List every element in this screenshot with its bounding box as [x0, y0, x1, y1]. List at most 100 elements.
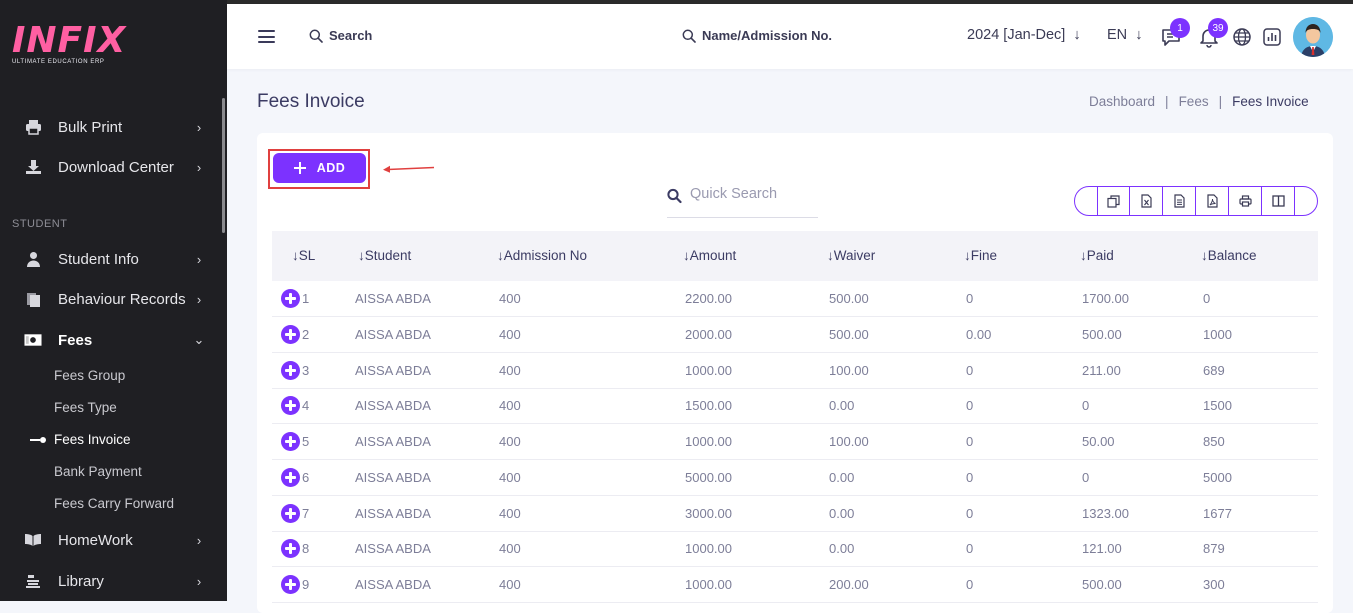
table-cell: 0.00 [829, 398, 855, 413]
quick-search-field[interactable]: Quick Search [667, 184, 818, 218]
sort-icon: ↓ [964, 248, 971, 263]
report-button[interactable] [1262, 26, 1286, 50]
sidebar-scrollbar[interactable] [222, 98, 225, 233]
breadcrumb-separator: | [1165, 94, 1169, 109]
expand-row-icon[interactable] [281, 361, 300, 380]
sort-icon: ↓ [827, 248, 834, 263]
table-cell: 1000.00 [685, 541, 732, 556]
sidebar-item-fees[interactable]: Fees ⌄ [0, 322, 222, 358]
sidebar-item-label: Library [58, 572, 104, 590]
printer-icon [24, 119, 42, 135]
user-icon [24, 251, 42, 267]
table-cell: 0 [966, 470, 974, 485]
academic-year-selector[interactable]: 2024 [Jan-Dec] ↓ [967, 27, 1081, 43]
column-header-admission-no[interactable]: ↓Admission No [497, 248, 587, 263]
chevron-right-icon: › [196, 532, 202, 548]
sidebar-subitem-fees-group[interactable]: Fees Group [54, 368, 125, 383]
book-icon [24, 532, 42, 548]
table-cell: 5000.00 [685, 470, 732, 485]
chat-badge: 1 [1170, 18, 1190, 38]
table-cell: 400 [499, 363, 521, 378]
table-cell: 0.00 [829, 541, 855, 556]
table-cell: 0 [966, 541, 974, 556]
academic-year-value: 2024 [Jan-Dec] [967, 27, 1066, 43]
sidebar-item-behaviour-records[interactable]: Behaviour Records › [0, 281, 222, 317]
columns-button[interactable] [1262, 187, 1295, 215]
student-search-field[interactable]: Name/Admission No. [682, 28, 832, 43]
table-row: 8 AISSA ABDA 400 1000.00 0.00 0 121.00 879 [272, 531, 1318, 567]
expand-row-icon[interactable] [281, 289, 300, 308]
copy-button[interactable] [1097, 187, 1130, 215]
table-cell: 0 [966, 577, 974, 592]
logo[interactable]: INFIX ULTIMATE EDUCATION ERP [12, 22, 132, 72]
chat-button[interactable]: 1 [1160, 18, 1190, 50]
sidebar-item-download-center[interactable]: Download Center › [0, 149, 222, 185]
active-indicator [30, 437, 46, 443]
column-header-paid[interactable]: ↓Paid [1080, 248, 1114, 263]
print-button[interactable] [1229, 187, 1262, 215]
sidebar-subitem-fees-invoice[interactable]: Fees Invoice [54, 432, 131, 447]
sidebar-subitem-fees-type[interactable]: Fees Type [54, 400, 117, 415]
search-field[interactable]: Search [309, 28, 372, 43]
csv-button[interactable] [1163, 187, 1196, 215]
table-cell: 1000 [1203, 327, 1232, 342]
table-cell: 500.00 [829, 327, 869, 342]
column-header-sl[interactable]: ↓SL [292, 248, 315, 263]
table-row: 4 AISSA ABDA 400 1500.00 0.00 0 0 1500 [272, 388, 1318, 424]
search-icon [667, 188, 682, 204]
expand-row-icon[interactable] [281, 468, 300, 487]
sidebar-item-bulk-print[interactable]: Bulk Print › [0, 109, 222, 145]
table-cell: 200.00 [829, 577, 869, 592]
section-label-student: STUDENT [12, 218, 68, 230]
table-cell: 0.00 [966, 327, 992, 342]
user-avatar[interactable] [1293, 17, 1333, 57]
chart-icon [1263, 28, 1281, 46]
breadcrumb-dashboard[interactable]: Dashboard [1089, 94, 1155, 109]
column-header-balance[interactable]: ↓Balance [1201, 248, 1257, 263]
excel-button[interactable] [1130, 187, 1163, 215]
table-cell: 0 [966, 291, 974, 306]
sidebar-subitem-fees-carry-forward[interactable]: Fees Carry Forward [54, 496, 174, 511]
column-header-student[interactable]: ↓Student [358, 248, 411, 263]
menu-toggle-icon[interactable] [258, 30, 275, 43]
website-button[interactable] [1232, 26, 1256, 50]
breadcrumb-current: Fees Invoice [1232, 94, 1309, 109]
student-search-label: Name/Admission No. [702, 28, 833, 43]
sidebar-subitem-bank-payment[interactable]: Bank Payment [54, 464, 142, 479]
notifications-button[interactable]: 39 [1198, 18, 1228, 50]
table-cell: AISSA ABDA [355, 363, 431, 378]
expand-row-icon[interactable] [281, 539, 300, 558]
expand-row-icon[interactable] [281, 432, 300, 451]
column-header-waiver[interactable]: ↓Waiver [827, 248, 875, 263]
sidebar-item-label: Behaviour Records [58, 290, 186, 308]
column-header-fine[interactable]: ↓Fine [964, 248, 997, 263]
table-cell: 400 [499, 327, 521, 342]
table-cell: 0 [1082, 470, 1090, 485]
pdf-button[interactable] [1196, 187, 1229, 215]
add-button[interactable]: ADD [273, 153, 366, 183]
table-cell: 9 [302, 577, 310, 592]
expand-row-icon[interactable] [281, 325, 300, 344]
sidebar-item-student-info[interactable]: Student Info › [0, 241, 222, 277]
table-cell: 7 [302, 506, 310, 521]
language-selector[interactable]: EN ↓ [1107, 27, 1142, 43]
column-header-amount[interactable]: ↓Amount [683, 248, 736, 263]
expand-row-icon[interactable] [281, 575, 300, 594]
expand-row-icon[interactable] [281, 396, 300, 415]
sidebar-item-homework[interactable]: HomeWork › [0, 522, 222, 558]
globe-icon [1233, 28, 1251, 46]
top-header: Search Name/Admission No. 2024 [Jan-Dec]… [227, 4, 1353, 69]
sort-icon: ↓ [683, 248, 690, 263]
table-cell: 0 [966, 398, 974, 413]
expand-row-icon[interactable] [281, 504, 300, 523]
excel-icon [1140, 194, 1152, 208]
table-cell: 8 [302, 541, 310, 556]
sort-icon: ↓ [292, 248, 299, 263]
table-cell: 0 [966, 434, 974, 449]
table-cell: 400 [499, 470, 521, 485]
table-row: 6 AISSA ABDA 400 5000.00 0.00 0 0 5000 [272, 460, 1318, 496]
sidebar-item-library[interactable]: Library › [0, 563, 222, 599]
breadcrumb-fees[interactable]: Fees [1179, 94, 1209, 109]
chevron-right-icon: › [196, 251, 202, 267]
table-row: 1 AISSA ABDA 400 2200.00 500.00 0 1700.00 0 [272, 281, 1318, 317]
